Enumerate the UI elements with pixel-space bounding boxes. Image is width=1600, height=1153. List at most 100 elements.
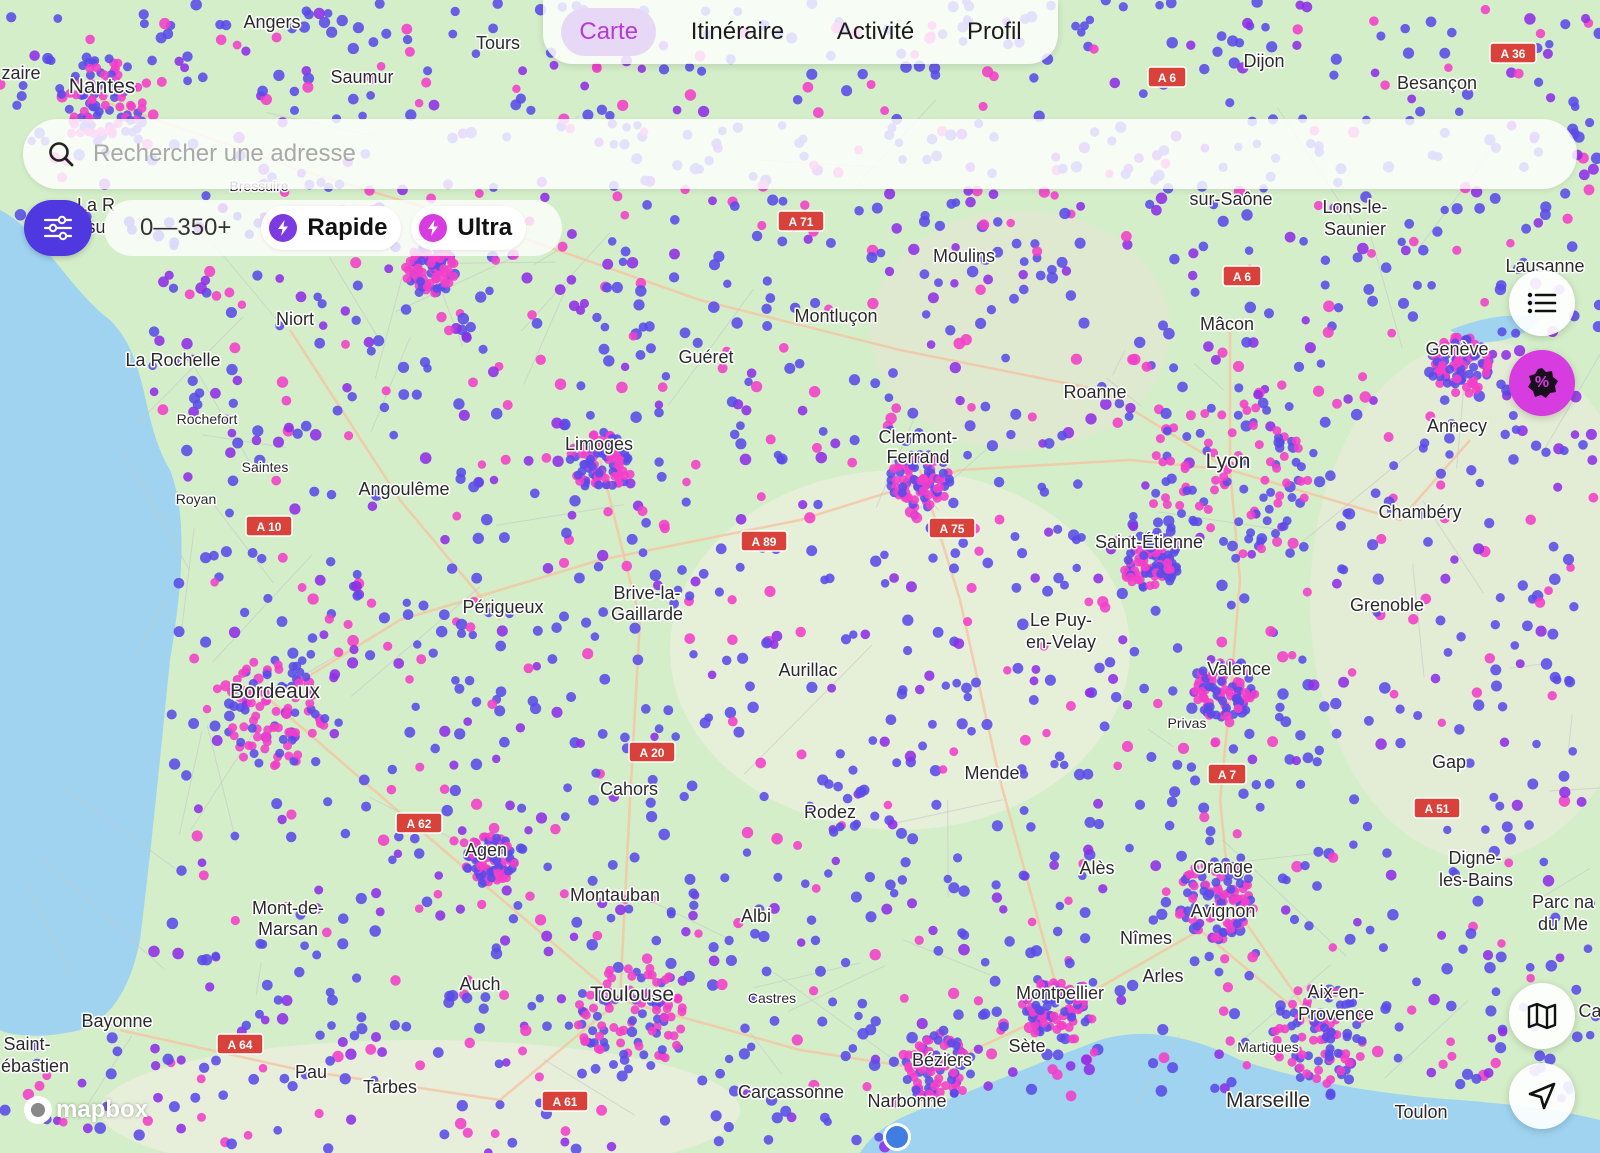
place-label: Rochefort: [177, 411, 238, 427]
highway-shield: A 7: [1207, 763, 1247, 785]
place-label: Bayonne: [81, 1011, 152, 1031]
map-icon: [1527, 1002, 1557, 1030]
place-label: Sète: [1008, 1036, 1045, 1056]
place-label: Montauban: [570, 885, 660, 905]
highway-shield: A 51: [1413, 797, 1461, 819]
svg-text:A 10: A 10: [257, 520, 282, 534]
place-label: Mende: [964, 763, 1019, 783]
tab-itineraire[interactable]: Itinéraire: [673, 8, 802, 56]
chip-rapide[interactable]: Rapide: [261, 206, 402, 250]
svg-text:A 7: A 7: [1218, 768, 1237, 782]
locate-me-button[interactable]: [1509, 1063, 1575, 1129]
mapbox-attribution: mapbox: [56, 1096, 149, 1123]
filter-button[interactable]: [24, 200, 92, 256]
highway-shield: A 64: [216, 1033, 264, 1055]
chip-ultra[interactable]: Ultra: [411, 206, 527, 250]
place-label: Ferrand: [886, 447, 949, 467]
place-label: Carcassonne: [738, 1082, 844, 1102]
place-label: Aix-en-: [1307, 982, 1364, 1002]
place-label: Saint-: [3, 1034, 50, 1054]
place-label: Ca: [1578, 1001, 1600, 1021]
navigation-arrow-icon: [1528, 1082, 1556, 1110]
tab-carte[interactable]: Carte: [561, 8, 657, 56]
place-label: Angers: [243, 12, 300, 32]
highway-shield: A 36: [1489, 42, 1537, 64]
place-label: Tours: [476, 33, 520, 53]
sliders-icon: [43, 215, 73, 241]
place-label: sur-Saône: [1189, 189, 1272, 209]
bolt-icon: [269, 214, 298, 242]
svg-text:A 89: A 89: [752, 535, 777, 549]
svg-text:A 71: A 71: [789, 215, 814, 229]
place-label: Albi: [741, 906, 771, 926]
place-label: Avignon: [1191, 901, 1256, 921]
place-label: en-Velay: [1026, 632, 1096, 652]
search-icon: [49, 142, 74, 167]
power-range-filter[interactable]: 0—350+: [114, 214, 251, 242]
place-label: Le Puy-: [1030, 610, 1092, 630]
place-label: Saunier: [1324, 219, 1386, 239]
place-label: Besançon: [1397, 73, 1477, 93]
svg-text:A 36: A 36: [1501, 47, 1526, 61]
place-label: Castres: [748, 990, 796, 1006]
place-label: Provence: [1298, 1004, 1374, 1024]
place-label: Montpellier: [1016, 983, 1104, 1003]
svg-text:A 6: A 6: [1233, 270, 1252, 284]
tab-activite[interactable]: Activité: [819, 8, 932, 56]
place-label: Arles: [1142, 966, 1183, 986]
bolt-icon: [419, 214, 448, 242]
search-input[interactable]: [91, 139, 1395, 169]
place-label: Saint-Étienne: [1095, 532, 1203, 552]
place-label: Alès: [1079, 858, 1114, 878]
place-label: Orange: [1193, 857, 1253, 877]
highway-shield: A 6: [1222, 265, 1262, 287]
mapbox-logo[interactable]: mapbox: [24, 1096, 148, 1124]
place-label: Rodez: [804, 802, 856, 822]
highway-shield: A 71: [777, 210, 825, 232]
filter-chips: 0—350+ Rapide Ultra: [104, 200, 562, 256]
place-label: Dijon: [1243, 51, 1284, 71]
place-label: Chambéry: [1378, 502, 1461, 522]
list-icon: [1527, 292, 1557, 314]
place-label: Montluçon: [794, 306, 877, 326]
place-label: Lyon: [1206, 450, 1251, 473]
place-label: Gaillarde: [611, 604, 683, 624]
place-label: Marseille: [1226, 1089, 1310, 1112]
place-label: Cahors: [600, 779, 658, 799]
place-label: Mâcon: [1200, 314, 1254, 334]
highway-shield: A 89: [740, 530, 788, 552]
svg-text:A 20: A 20: [640, 746, 665, 760]
mapbox-logo-icon: [24, 1096, 52, 1124]
place-label: Marsan: [258, 919, 318, 939]
svg-text:A 6: A 6: [1158, 71, 1177, 85]
place-label: Roanne: [1063, 382, 1126, 402]
current-location-marker[interactable]: [883, 1123, 911, 1151]
place-label: Narbonne: [867, 1091, 946, 1111]
svg-text:A 75: A 75: [940, 522, 965, 536]
place-label: Moulins: [933, 246, 995, 266]
place-label: Toulouse: [590, 983, 674, 1006]
place-label: Grenoble: [1350, 595, 1424, 615]
promo-button[interactable]: %: [1509, 350, 1575, 416]
search-bar: [23, 119, 1577, 189]
place-label: Saumur: [330, 67, 393, 87]
place-label: Lons-le-: [1322, 197, 1387, 217]
place-label: Béziers: [912, 1050, 972, 1070]
place-label: Mont-de-: [252, 898, 324, 918]
highway-shield: A 62: [395, 812, 443, 834]
map-style-button[interactable]: [1509, 983, 1575, 1049]
place-label: Bordeaux: [230, 680, 320, 703]
chip-label: Rapide: [307, 214, 388, 241]
place-label: Digne-: [1448, 848, 1501, 868]
tab-profil[interactable]: Profil: [949, 8, 1040, 56]
highway-shield: A 61: [541, 1090, 589, 1112]
highway-shield: A 75: [928, 517, 976, 539]
place-label: Gap: [1432, 752, 1466, 772]
place-label: Nîmes: [1120, 928, 1172, 948]
place-label: ébastien: [1, 1056, 69, 1076]
highway-shield: A 10: [245, 515, 293, 537]
place-label: Brive-la-: [613, 583, 680, 603]
list-view-button[interactable]: [1509, 270, 1575, 336]
place-label: La Rochelle: [125, 350, 220, 370]
place-label: Aurillac: [778, 660, 837, 680]
